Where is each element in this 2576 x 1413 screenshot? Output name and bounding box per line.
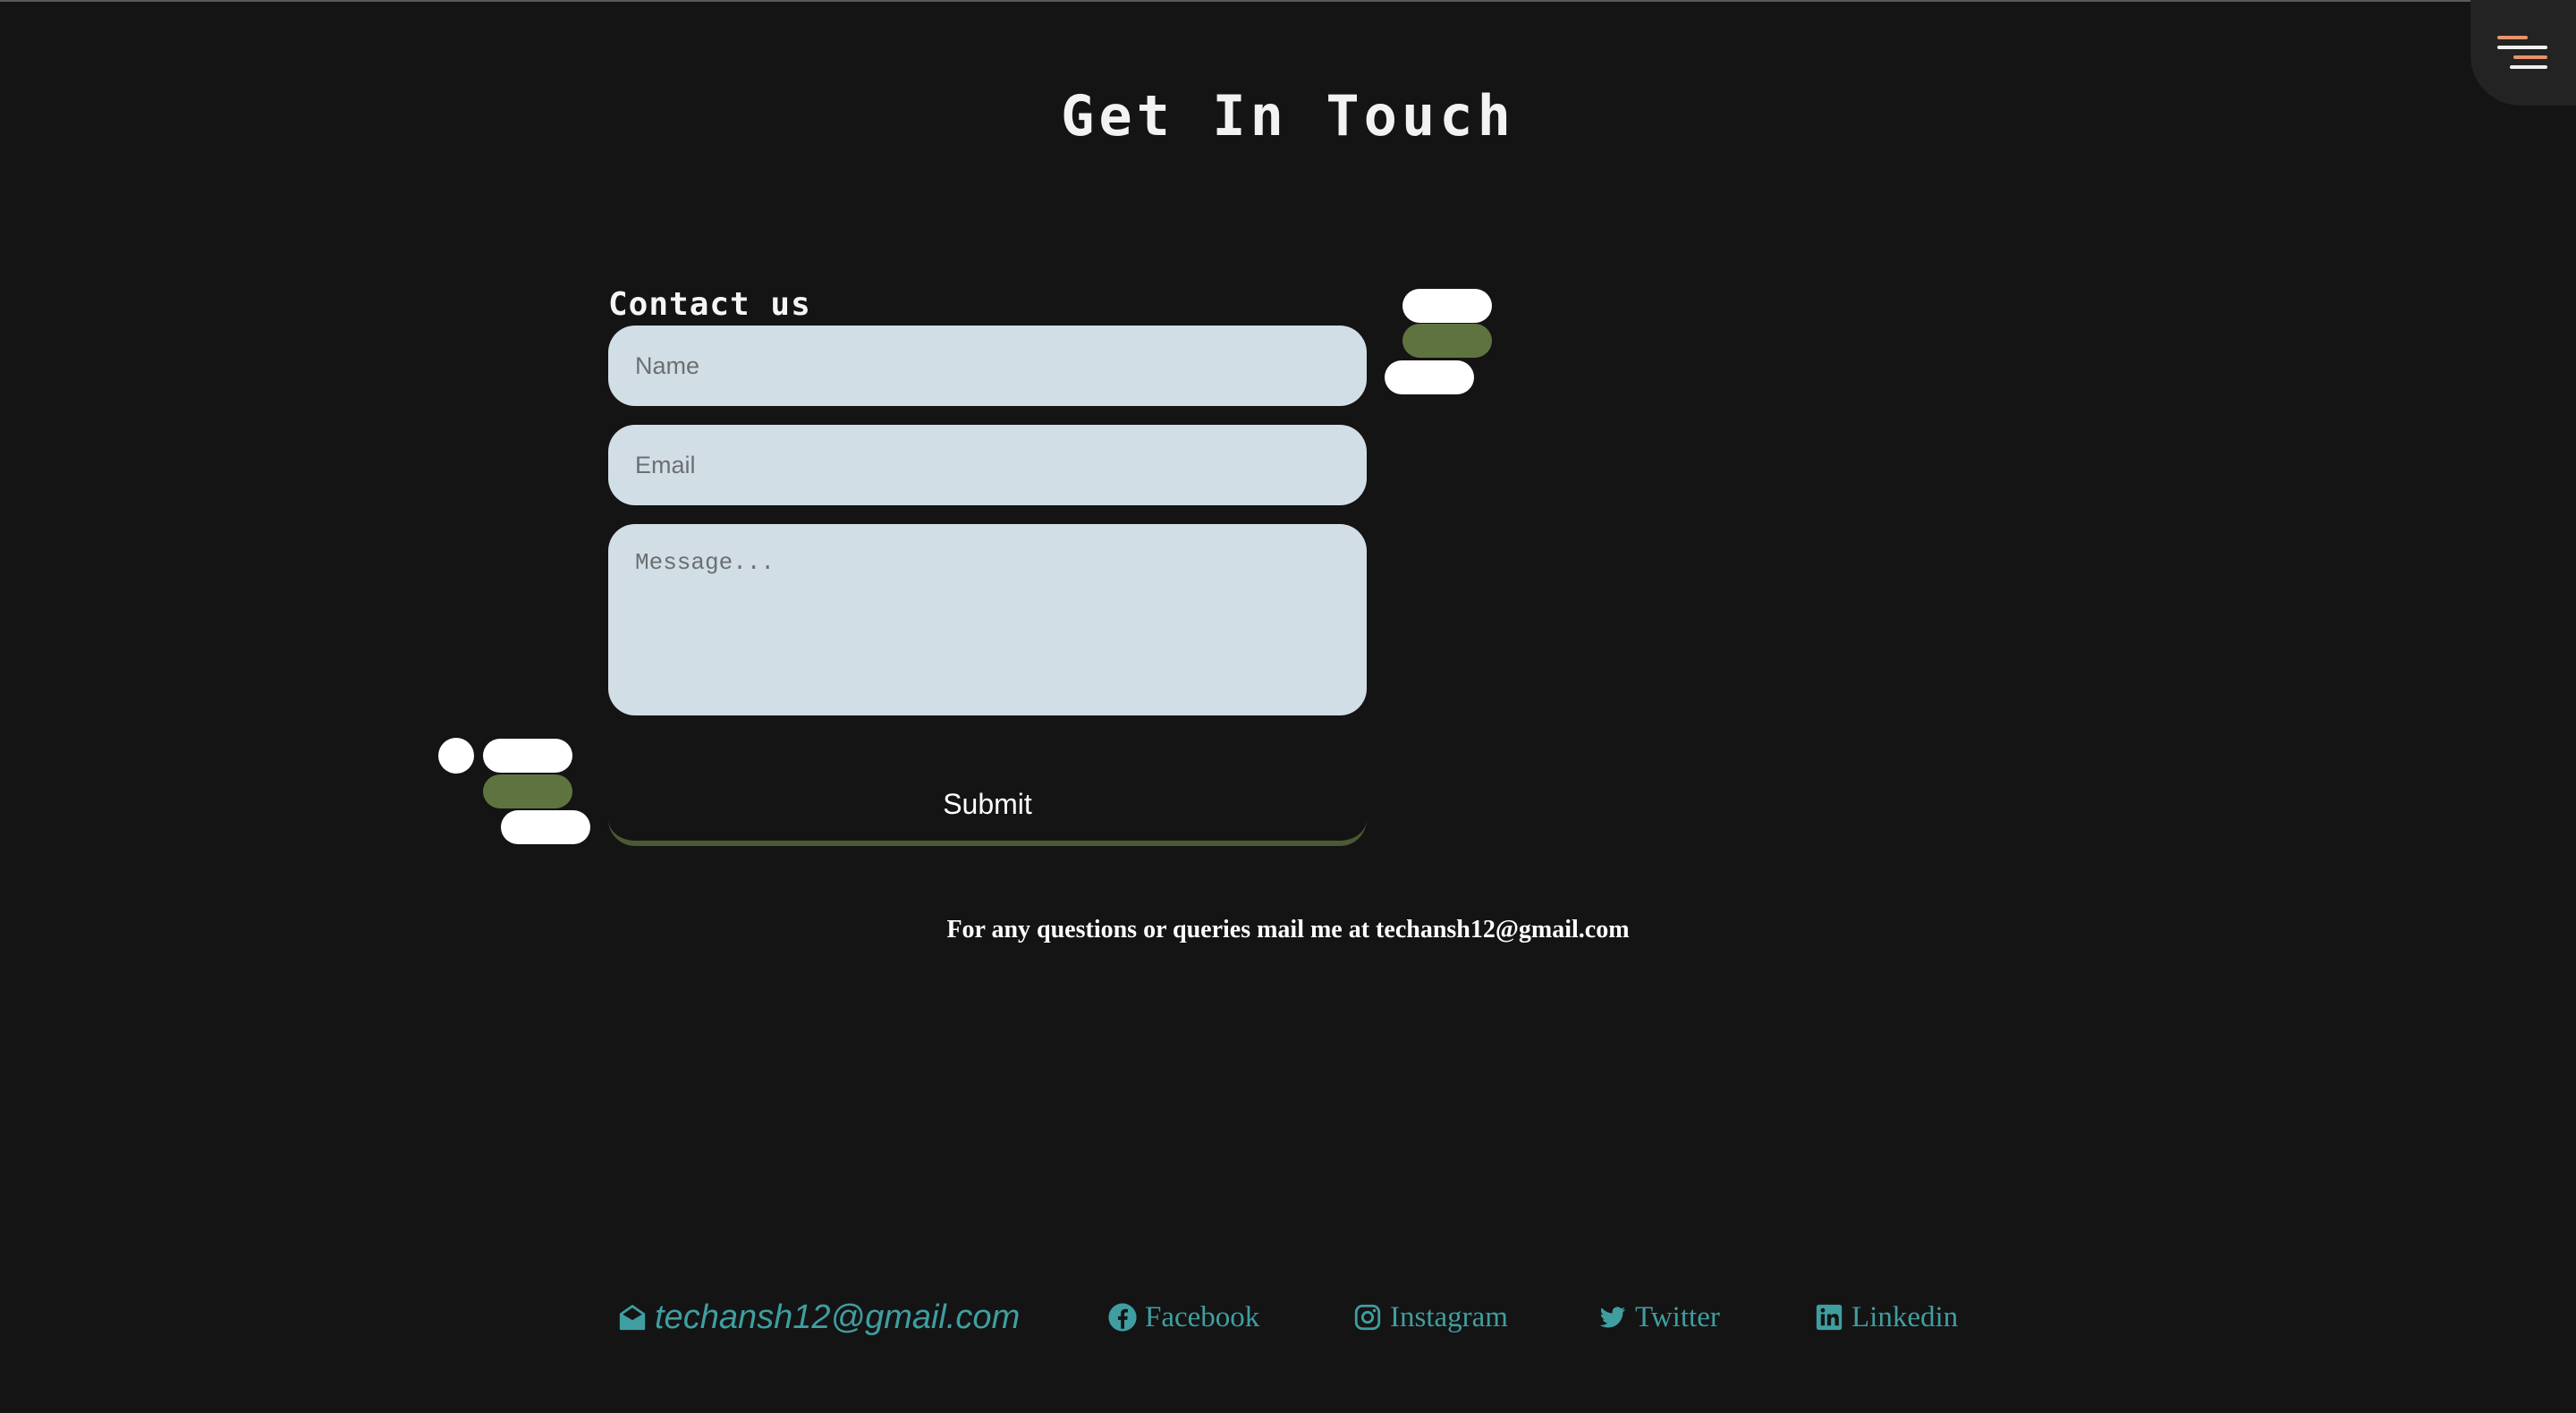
query-text: For any questions or queries mail me at … (946, 916, 1630, 943)
contact-form: Contact us (608, 284, 1367, 715)
name-input[interactable] (608, 326, 1367, 406)
submit-button[interactable]: Submit (608, 767, 1367, 846)
top-border (0, 0, 2576, 2)
decor-pill (483, 739, 572, 773)
instagram-icon (1352, 1302, 1383, 1333)
footer-link-instagram[interactable]: Instagram (1352, 1295, 1508, 1340)
footer-link-twitter[interactable]: Twitter (1597, 1295, 1720, 1340)
linkedin-icon (1814, 1302, 1844, 1333)
footer-link-label: Instagram (1390, 1300, 1508, 1333)
envelope-open-icon (617, 1302, 648, 1333)
footer-link-label: Facebook (1145, 1300, 1260, 1333)
menu-button[interactable] (2470, 0, 2576, 106)
decor-pill (1385, 360, 1474, 394)
form-label: Contact us (608, 286, 811, 323)
page-title: Get In Touch (1061, 82, 1515, 148)
footer-email-link[interactable]: techansh12@gmail.com (617, 1295, 1020, 1340)
footer-link-label: Linkedin (1852, 1300, 1959, 1333)
decor-dot (438, 738, 474, 774)
facebook-icon (1107, 1302, 1138, 1333)
message-textarea[interactable] (608, 524, 1367, 715)
decor-pill (501, 810, 590, 844)
decor-pill (483, 774, 572, 808)
footer-link-label: Twitter (1635, 1300, 1720, 1333)
footer: techansh12@gmail.com Facebook Instagram … (0, 1295, 2576, 1340)
twitter-icon (1597, 1302, 1628, 1333)
footer-link-facebook[interactable]: Facebook (1107, 1295, 1259, 1340)
decor-pill (1402, 289, 1492, 323)
email-input[interactable] (608, 425, 1367, 505)
footer-email-label: techansh12@gmail.com (655, 1298, 1021, 1336)
decor-pill (1402, 324, 1492, 358)
footer-link-linkedin[interactable]: Linkedin (1814, 1295, 1958, 1340)
